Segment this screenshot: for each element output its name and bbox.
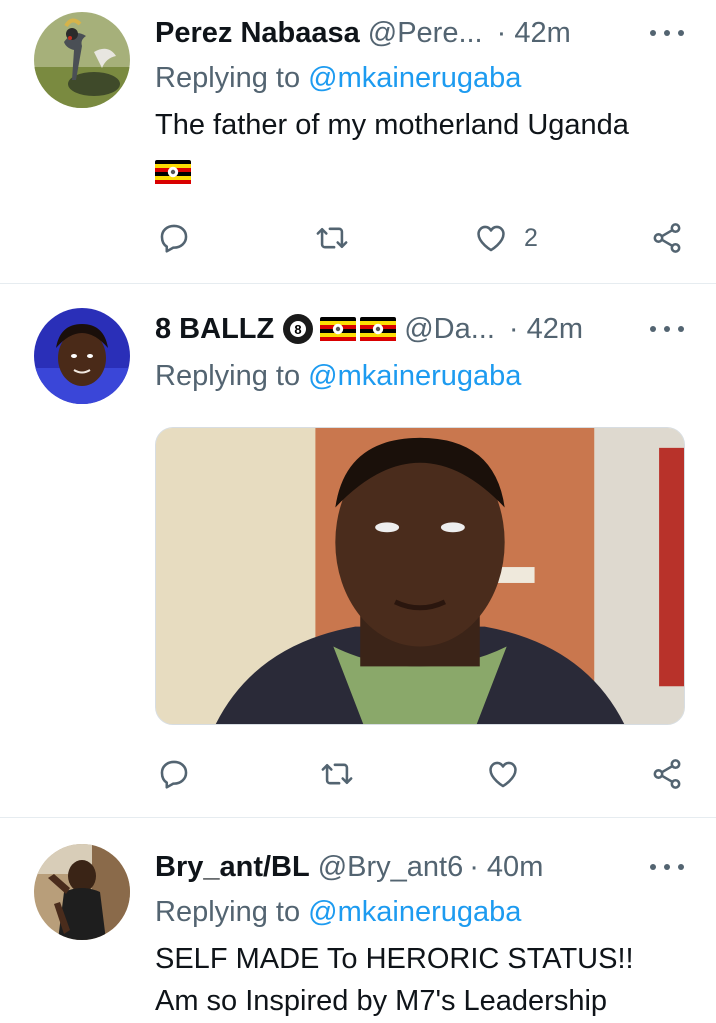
tweet-media-photo[interactable] <box>155 427 685 725</box>
tweet-text: The father of my motherland Uganda <box>155 109 629 141</box>
replying-to: Replying to @mkainerugaba <box>155 62 521 95</box>
replying-to-label: Replying to <box>155 896 309 928</box>
retweet-button[interactable] <box>320 754 354 794</box>
reply-icon <box>157 221 191 255</box>
avatar[interactable] <box>34 844 130 940</box>
user-handle[interactable]: @Bry_ant6 <box>318 851 464 884</box>
svg-text:8: 8 <box>295 322 302 337</box>
share-icon <box>650 757 684 791</box>
more-icon[interactable] <box>650 16 684 50</box>
photo-of-young-man <box>156 428 684 724</box>
display-name[interactable]: 8 BALLZ <box>155 313 274 346</box>
like-button[interactable] <box>486 754 520 794</box>
avatar[interactable] <box>34 308 130 404</box>
replying-to: Replying to @mkainerugaba <box>155 360 521 393</box>
tweet-header: 8 BALLZ 8 @Da... · 42m <box>155 309 583 349</box>
mention-link[interactable]: @mkainerugaba <box>308 62 521 94</box>
more-icon[interactable] <box>650 850 684 884</box>
like-count: 2 <box>524 223 538 252</box>
display-name[interactable]: Perez Nabaasa <box>155 17 360 50</box>
tweet-text-line: SELF MADE To HERORIC STATUS!! <box>155 943 634 975</box>
person-photo <box>34 844 130 940</box>
tweet-header: Perez Nabaasa @Pere... · 42m <box>155 13 571 53</box>
share-icon <box>650 221 684 255</box>
mention-link[interactable]: @mkainerugaba <box>308 360 521 392</box>
mention-link[interactable]: @mkainerugaba <box>308 896 521 928</box>
timestamp[interactable]: · 40m <box>469 851 543 884</box>
tweet[interactable]: 8 BALLZ 8 @Da... · 42m Replying to @mkai… <box>0 284 716 818</box>
replying-to-label: Replying to <box>155 360 309 392</box>
user-handle[interactable]: @Da... <box>404 313 495 346</box>
name-emojis: 8 <box>282 313 396 345</box>
reply-button[interactable] <box>157 218 191 258</box>
uganda-flag-icon <box>320 317 356 341</box>
replying-to-label: Replying to <box>155 62 309 94</box>
retweet-button[interactable] <box>315 218 349 258</box>
more-icon[interactable] <box>650 312 684 346</box>
heart-icon <box>486 757 520 791</box>
timestamp[interactable]: · 42m <box>497 17 571 50</box>
timestamp[interactable]: · 42m <box>509 313 583 346</box>
uganda-flag-emoji <box>155 160 191 184</box>
display-name[interactable]: Bry_ant/BL <box>155 851 310 884</box>
uganda-flag-icon <box>360 317 396 341</box>
reply-button[interactable] <box>157 754 191 794</box>
share-button[interactable] <box>650 754 684 794</box>
retweet-icon <box>320 757 354 791</box>
share-button[interactable] <box>650 218 684 258</box>
reply-icon <box>157 757 191 791</box>
tweet[interactable]: Bry_ant/BL @Bry_ant6 · 40m Replying to @… <box>0 818 716 1023</box>
like-button[interactable]: 2 <box>474 218 538 258</box>
tweet-actions: 2 <box>0 218 716 258</box>
8-ball-icon: 8 <box>283 314 314 344</box>
tweet[interactable]: Perez Nabaasa @Pere... · 42m Replying to… <box>0 0 716 284</box>
crowned-crane-photo <box>34 12 130 108</box>
tweet-actions <box>0 754 716 794</box>
tweet-text-line: Am so Inspired by M7's Leadership <box>155 985 608 1017</box>
replying-to: Replying to @mkainerugaba <box>155 896 521 929</box>
selfie-photo <box>34 308 130 404</box>
user-handle[interactable]: @Pere... <box>368 17 483 50</box>
avatar[interactable] <box>34 12 130 108</box>
retweet-icon <box>315 221 349 255</box>
heart-icon <box>474 221 508 255</box>
tweet-header: Bry_ant/BL @Bry_ant6 · 40m <box>155 847 543 887</box>
